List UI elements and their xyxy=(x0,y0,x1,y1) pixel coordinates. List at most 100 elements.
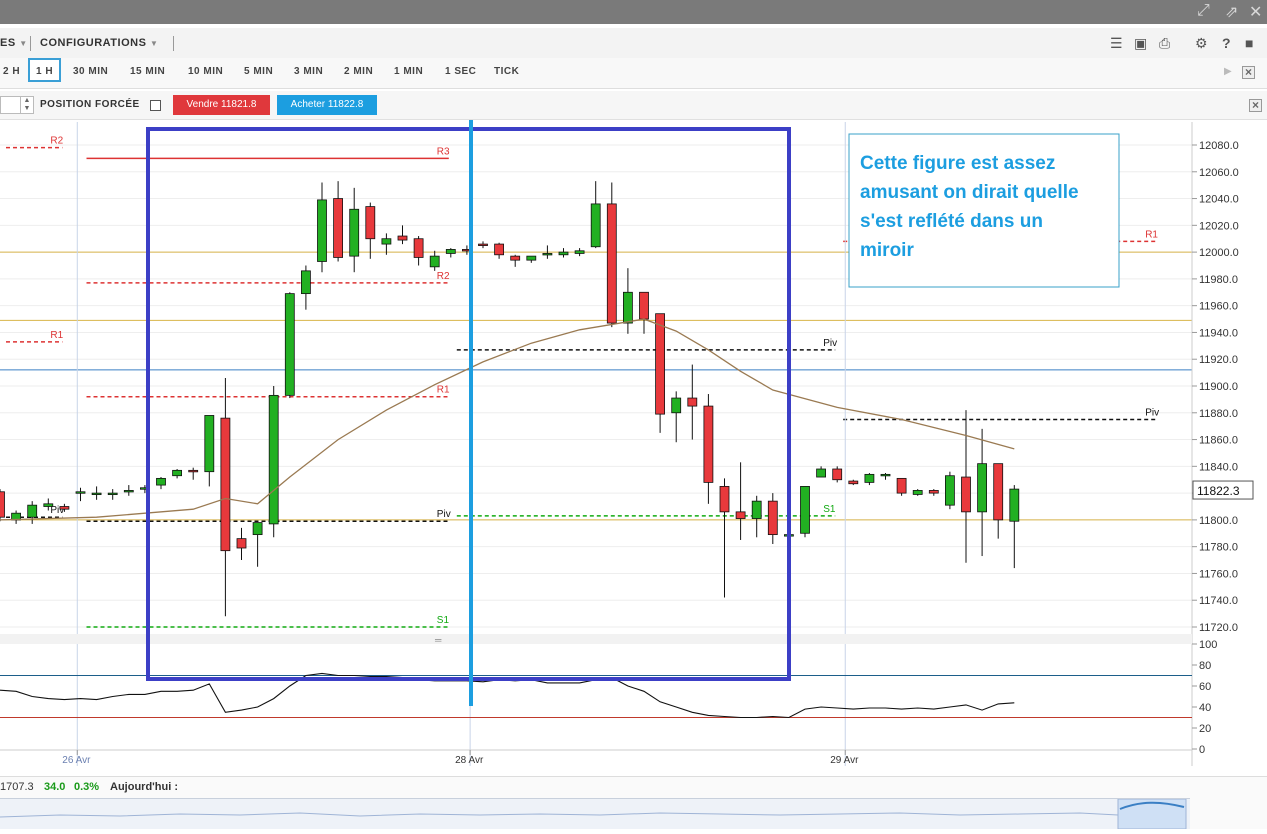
price-tick-label: 11880.0 xyxy=(1199,408,1238,420)
candle-body xyxy=(107,492,118,496)
price-tick-label: 12020.0 xyxy=(1199,220,1239,232)
candle-body xyxy=(413,238,424,258)
timeframe-10min[interactable]: 10 MIN xyxy=(188,66,223,77)
help-icon[interactable]: ? xyxy=(1222,35,1231,51)
scroll-right-icon[interactable]: ▶ xyxy=(1224,66,1232,77)
timeframe-tick[interactable]: TICK xyxy=(494,66,519,77)
candle-body xyxy=(284,293,295,396)
candle-body xyxy=(864,473,875,483)
osc-tick-label: 80 xyxy=(1199,660,1211,672)
candle-body xyxy=(123,490,134,493)
price-tick-label: 11780.0 xyxy=(1199,542,1238,554)
configurations-menu[interactable]: CONFIGURATIONS ▼ xyxy=(40,37,158,49)
current-price-label: 11822.3 xyxy=(1197,484,1240,498)
separator xyxy=(173,36,174,51)
sell-button[interactable]: Vendre 11821.8 xyxy=(173,95,270,115)
pivot-level-label: R2 xyxy=(437,271,450,282)
close-toolbar-icon[interactable]: × xyxy=(1242,66,1255,79)
candle-body xyxy=(236,538,247,549)
forced-position-checkbox[interactable] xyxy=(150,100,161,111)
close-order-bar-icon[interactable]: × xyxy=(1249,99,1262,112)
dropdown-arrow-icon: ▼ xyxy=(149,39,159,48)
chart-svg: R2R1PivR3R2R1PivS1PivS1R1Piv 12080.01206… xyxy=(0,94,1267,766)
pivot-level-label: S1 xyxy=(823,504,836,515)
price-tick-label: 11980.0 xyxy=(1199,274,1238,286)
print-icon[interactable]: ⎙ xyxy=(1159,35,1170,52)
candle-body xyxy=(333,198,344,258)
candle-body xyxy=(317,199,327,262)
timeframe-1h[interactable]: 1 H xyxy=(28,58,62,82)
time-tick-label: 29 Avr xyxy=(830,755,859,766)
osc-tick-label: 100 xyxy=(1199,639,1217,651)
candle-body xyxy=(687,397,698,407)
minimize-icon[interactable]: ⤢ xyxy=(1197,2,1210,20)
candle-body xyxy=(639,291,649,320)
image-icon[interactable]: ▣ xyxy=(1134,35,1147,52)
navigator-strip[interactable] xyxy=(0,798,1190,830)
candle-body xyxy=(43,503,54,507)
popout-icon[interactable]: ⇗ xyxy=(1225,2,1238,22)
candle-body xyxy=(268,394,279,525)
quantity-stepper[interactable]: ▲ ▼ xyxy=(0,96,34,114)
price-tick-label: 11720.0 xyxy=(1199,622,1238,634)
order-bar: ▲ ▼ POSITION FORCÉE Vendre 11821.8 Achete… xyxy=(0,91,1267,120)
footer-price: 1707.3 xyxy=(0,781,34,793)
candle-body xyxy=(623,291,633,324)
candle-body xyxy=(429,255,440,268)
time-axis[interactable]: 26 Avr 28 Avr 29 Avr xyxy=(0,749,1192,766)
buy-button[interactable]: Acheter 11822.8 xyxy=(277,95,377,115)
price-tick-label: 12060.0 xyxy=(1199,167,1239,179)
pivot-level-label: R1 xyxy=(1145,229,1158,240)
candle-body xyxy=(220,417,231,552)
timeframe-1sec[interactable]: 1 SEC xyxy=(445,66,476,77)
panel-resize-handle-icon: ═ xyxy=(434,635,442,645)
candle-body xyxy=(590,203,601,248)
price-tick-label: 12080.0 xyxy=(1199,140,1239,152)
osc-tick-label: 60 xyxy=(1199,681,1211,693)
stepper-arrows-icon[interactable]: ▲ ▼ xyxy=(20,97,33,113)
candle-body xyxy=(816,468,826,478)
left-menu[interactable]: ES ▼ xyxy=(0,37,28,49)
timeframe-5min[interactable]: 5 MIN xyxy=(244,66,273,77)
candle-body xyxy=(365,206,376,240)
annotation-text-line: amusant on dirait quelle xyxy=(860,182,1079,203)
candle-body xyxy=(27,504,38,518)
footer-change-pct: 0.3% xyxy=(74,781,100,793)
price-tick-label: 12000.0 xyxy=(1199,247,1239,259)
separator xyxy=(30,36,31,51)
timeframe-2min[interactable]: 2 MIN xyxy=(344,66,373,77)
candle-body xyxy=(91,492,102,496)
candle-body xyxy=(542,253,553,256)
gear-icon[interactable]: ⚙ xyxy=(1195,35,1208,52)
comment-icon[interactable]: ■ xyxy=(1245,35,1253,51)
price-tick-label: 11840.0 xyxy=(1199,461,1238,473)
timeframe-15min[interactable]: 15 MIN xyxy=(130,66,165,77)
candle-body xyxy=(397,235,408,241)
oscillator-panel: ═ 100 80 60 40 20 0 xyxy=(0,634,1217,756)
candle-body xyxy=(880,473,891,477)
timeframe-bar: 2 H 1 H 30 MIN 15 MIN 10 MIN 5 MIN 3 MIN… xyxy=(0,58,1267,89)
candle-body xyxy=(381,238,392,245)
timeframe-2h[interactable]: 2 H xyxy=(3,66,20,77)
pivot-level-label: S1 xyxy=(437,615,450,626)
timeframe-30min[interactable]: 30 MIN xyxy=(73,66,108,77)
close-icon[interactable]: ✕ xyxy=(1249,2,1262,22)
layers-icon[interactable]: ☰ xyxy=(1110,35,1123,52)
candle-body xyxy=(478,243,488,246)
price-tick-label: 11800.0 xyxy=(1199,515,1238,527)
timeframe-1min[interactable]: 1 MIN xyxy=(394,66,423,77)
candle-body xyxy=(1009,488,1020,522)
candle-body xyxy=(767,500,778,536)
candle-body xyxy=(606,203,617,324)
candle-body xyxy=(494,243,505,256)
price-tick-label: 11940.0 xyxy=(1199,327,1238,339)
candle-body xyxy=(526,255,537,261)
candle-body xyxy=(574,250,585,254)
price-tick-label: 11960.0 xyxy=(1199,301,1238,313)
candle-body xyxy=(655,313,665,415)
candle-body xyxy=(349,208,360,257)
time-tick-label: 28 Avr xyxy=(455,755,484,766)
timeframe-3min[interactable]: 3 MIN xyxy=(294,66,323,77)
navigator-line xyxy=(0,812,1119,818)
candle-body xyxy=(735,511,746,519)
